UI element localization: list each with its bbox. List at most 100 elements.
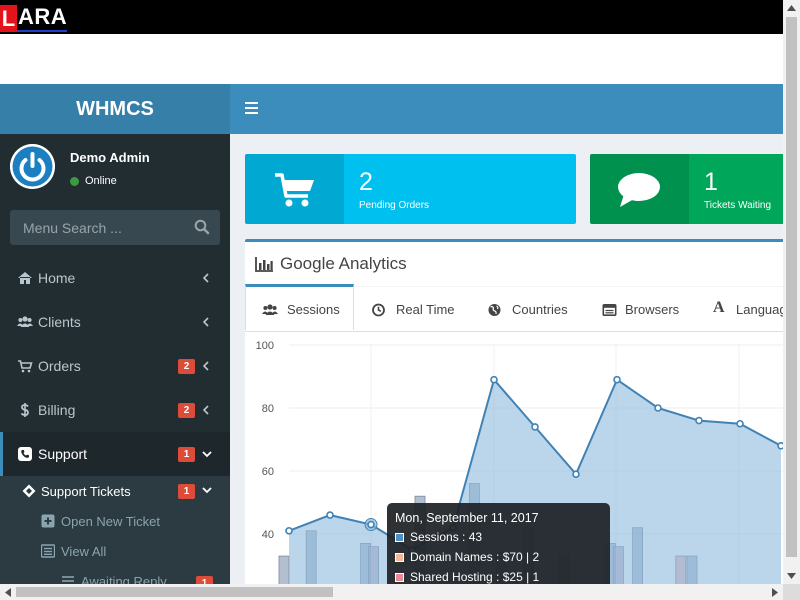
sidebar-item-home[interactable]: Home xyxy=(0,256,230,300)
top-banner: L ARA xyxy=(0,0,783,34)
info-box-icon-area xyxy=(590,154,689,224)
sidebar-subitem-label: Awaiting Reply xyxy=(81,574,167,584)
sidebar-subitem-label: Open New Ticket xyxy=(61,514,160,529)
tab-label: Real Time xyxy=(396,302,455,317)
top-navbar xyxy=(230,84,783,134)
logo-text: ARA xyxy=(17,3,68,32)
horizontal-scrollbar[interactable] xyxy=(0,584,783,600)
chart-tooltip: Mon, September 11, 2017 Sessions : 43 Do… xyxy=(387,503,610,584)
tickets-waiting-box[interactable]: 1 Tickets Waiting xyxy=(590,154,783,224)
tooltip-row-text: Domain Names : $70 | 2 xyxy=(410,550,540,564)
horizontal-scroll-thumb[interactable] xyxy=(16,587,333,597)
sidebar-subitem-awaiting-reply[interactable]: Awaiting Reply 1 xyxy=(0,566,230,584)
sessions-point xyxy=(367,520,375,529)
tab-sessions[interactable]: Sessions xyxy=(245,284,354,330)
y-tick-label: 80 xyxy=(262,403,274,415)
tab-label: Countries xyxy=(512,302,568,317)
dollar-icon xyxy=(20,403,29,417)
chevron-left-icon xyxy=(202,273,209,283)
pending-orders-count: 2 xyxy=(359,168,373,196)
list-icon xyxy=(62,576,74,582)
tab-countries[interactable]: Countries xyxy=(471,287,586,332)
support-submenu: Support Tickets 1 Open New Ticket View A… xyxy=(0,476,230,584)
sidebar-item-billing[interactable]: Billing 2 xyxy=(0,388,230,432)
tab-languages[interactable]: A Languag xyxy=(698,287,783,332)
scroll-down-arrow-icon[interactable] xyxy=(787,573,796,579)
tab-label: Browsers xyxy=(625,302,680,317)
tickets-waiting-count: 1 xyxy=(704,168,718,196)
tooltip-row-shared-hosting: Shared Hosting : $25 | 1 xyxy=(395,570,539,584)
scroll-left-arrow-icon[interactable] xyxy=(5,588,11,597)
cart-icon xyxy=(18,360,33,373)
sidebar-subitem-label: Support Tickets xyxy=(41,484,131,499)
comment-icon xyxy=(618,173,660,207)
vertical-scroll-thumb[interactable] xyxy=(786,17,797,557)
y-tick-label: 100 xyxy=(256,340,274,352)
sidebar-item-clients[interactable]: Clients xyxy=(0,300,230,344)
tab-label: Languag xyxy=(736,302,783,317)
pending-orders-box[interactable]: 2 Pending Orders xyxy=(245,154,576,224)
chevron-down-icon xyxy=(202,451,212,458)
tab-real-time[interactable]: Real Time xyxy=(355,287,470,332)
sidebar-subitem-support-tickets[interactable]: Support Tickets 1 xyxy=(0,476,230,506)
clock-icon xyxy=(372,303,385,317)
pending-orders-label: Pending Orders xyxy=(359,200,430,211)
sidebar-subitem-label: View All xyxy=(61,544,107,559)
chevron-left-icon xyxy=(202,317,209,327)
phone-square-icon xyxy=(18,447,32,461)
sessions-point xyxy=(736,419,744,428)
sidebar-item-label: Home xyxy=(38,270,76,286)
users-icon xyxy=(17,316,33,327)
sessions-point xyxy=(695,416,703,425)
user-status[interactable]: Online xyxy=(70,175,117,187)
analytics-tabs: Sessions Real Time Countries Browsers A … xyxy=(245,284,783,332)
sessions-point xyxy=(613,375,621,384)
panel-title-text: Google Analytics xyxy=(280,254,407,273)
brand-logo[interactable]: WHMCS xyxy=(0,84,230,134)
info-box-icon-area xyxy=(245,154,344,224)
panel-title: Google Analytics xyxy=(255,254,407,274)
sidebar-subitem-open-new-ticket[interactable]: Open New Ticket xyxy=(0,506,230,536)
plus-square-icon xyxy=(41,514,55,528)
menu-search-input[interactable] xyxy=(10,210,185,245)
sidebar-item-support[interactable]: Support 1 xyxy=(0,432,230,476)
legend-swatch xyxy=(395,552,404,562)
user-panel: Demo Admin Online xyxy=(10,144,220,194)
tooltip-title: Mon, September 11, 2017 xyxy=(395,511,539,525)
tab-browsers[interactable]: Browsers xyxy=(586,287,698,332)
sessions-point xyxy=(531,423,539,431)
menu-search xyxy=(10,210,220,245)
scrollbar-corner xyxy=(783,584,800,600)
users-icon xyxy=(262,304,278,315)
y-tick-label: 60 xyxy=(262,466,274,478)
tickets-waiting-label: Tickets Waiting xyxy=(704,200,772,211)
tab-label: Sessions xyxy=(287,302,340,317)
sidebar-subitem-view-all[interactable]: View All xyxy=(0,536,230,566)
list-icon xyxy=(41,544,55,558)
chevron-left-icon xyxy=(202,361,209,371)
sidebar-item-label: Support xyxy=(38,446,88,462)
shopping-cart-icon xyxy=(275,173,314,207)
sidebar-toggle-icon[interactable] xyxy=(245,102,258,114)
user-status-label: Online xyxy=(85,175,117,187)
sessions-point xyxy=(326,511,334,519)
tooltip-row-sessions: Sessions : 43 xyxy=(395,530,482,544)
sidebar-item-orders[interactable]: Orders 2 xyxy=(0,344,230,388)
lara-logo: L ARA xyxy=(0,3,68,32)
orders-count-badge: 2 xyxy=(178,359,195,374)
sidebar-item-label: Clients xyxy=(38,314,81,330)
sidebar-item-label: Orders xyxy=(38,358,81,374)
vertical-scrollbar[interactable] xyxy=(783,0,800,584)
main-content: 2 Pending Orders 1 Tickets Waiting Googl… xyxy=(230,134,783,584)
home-icon xyxy=(18,272,32,284)
scroll-right-arrow-icon[interactable] xyxy=(772,588,778,597)
bar-mark xyxy=(278,555,290,584)
support-count-badge: 1 xyxy=(178,447,195,462)
awaiting-reply-count-badge: 1 xyxy=(196,576,213,584)
scroll-up-arrow-icon[interactable] xyxy=(787,5,796,11)
bar-chart-icon xyxy=(255,257,273,272)
search-icon[interactable] xyxy=(194,219,210,235)
logo-letter: L xyxy=(0,5,17,32)
billing-count-badge: 2 xyxy=(178,403,195,418)
legend-swatch xyxy=(395,572,404,582)
